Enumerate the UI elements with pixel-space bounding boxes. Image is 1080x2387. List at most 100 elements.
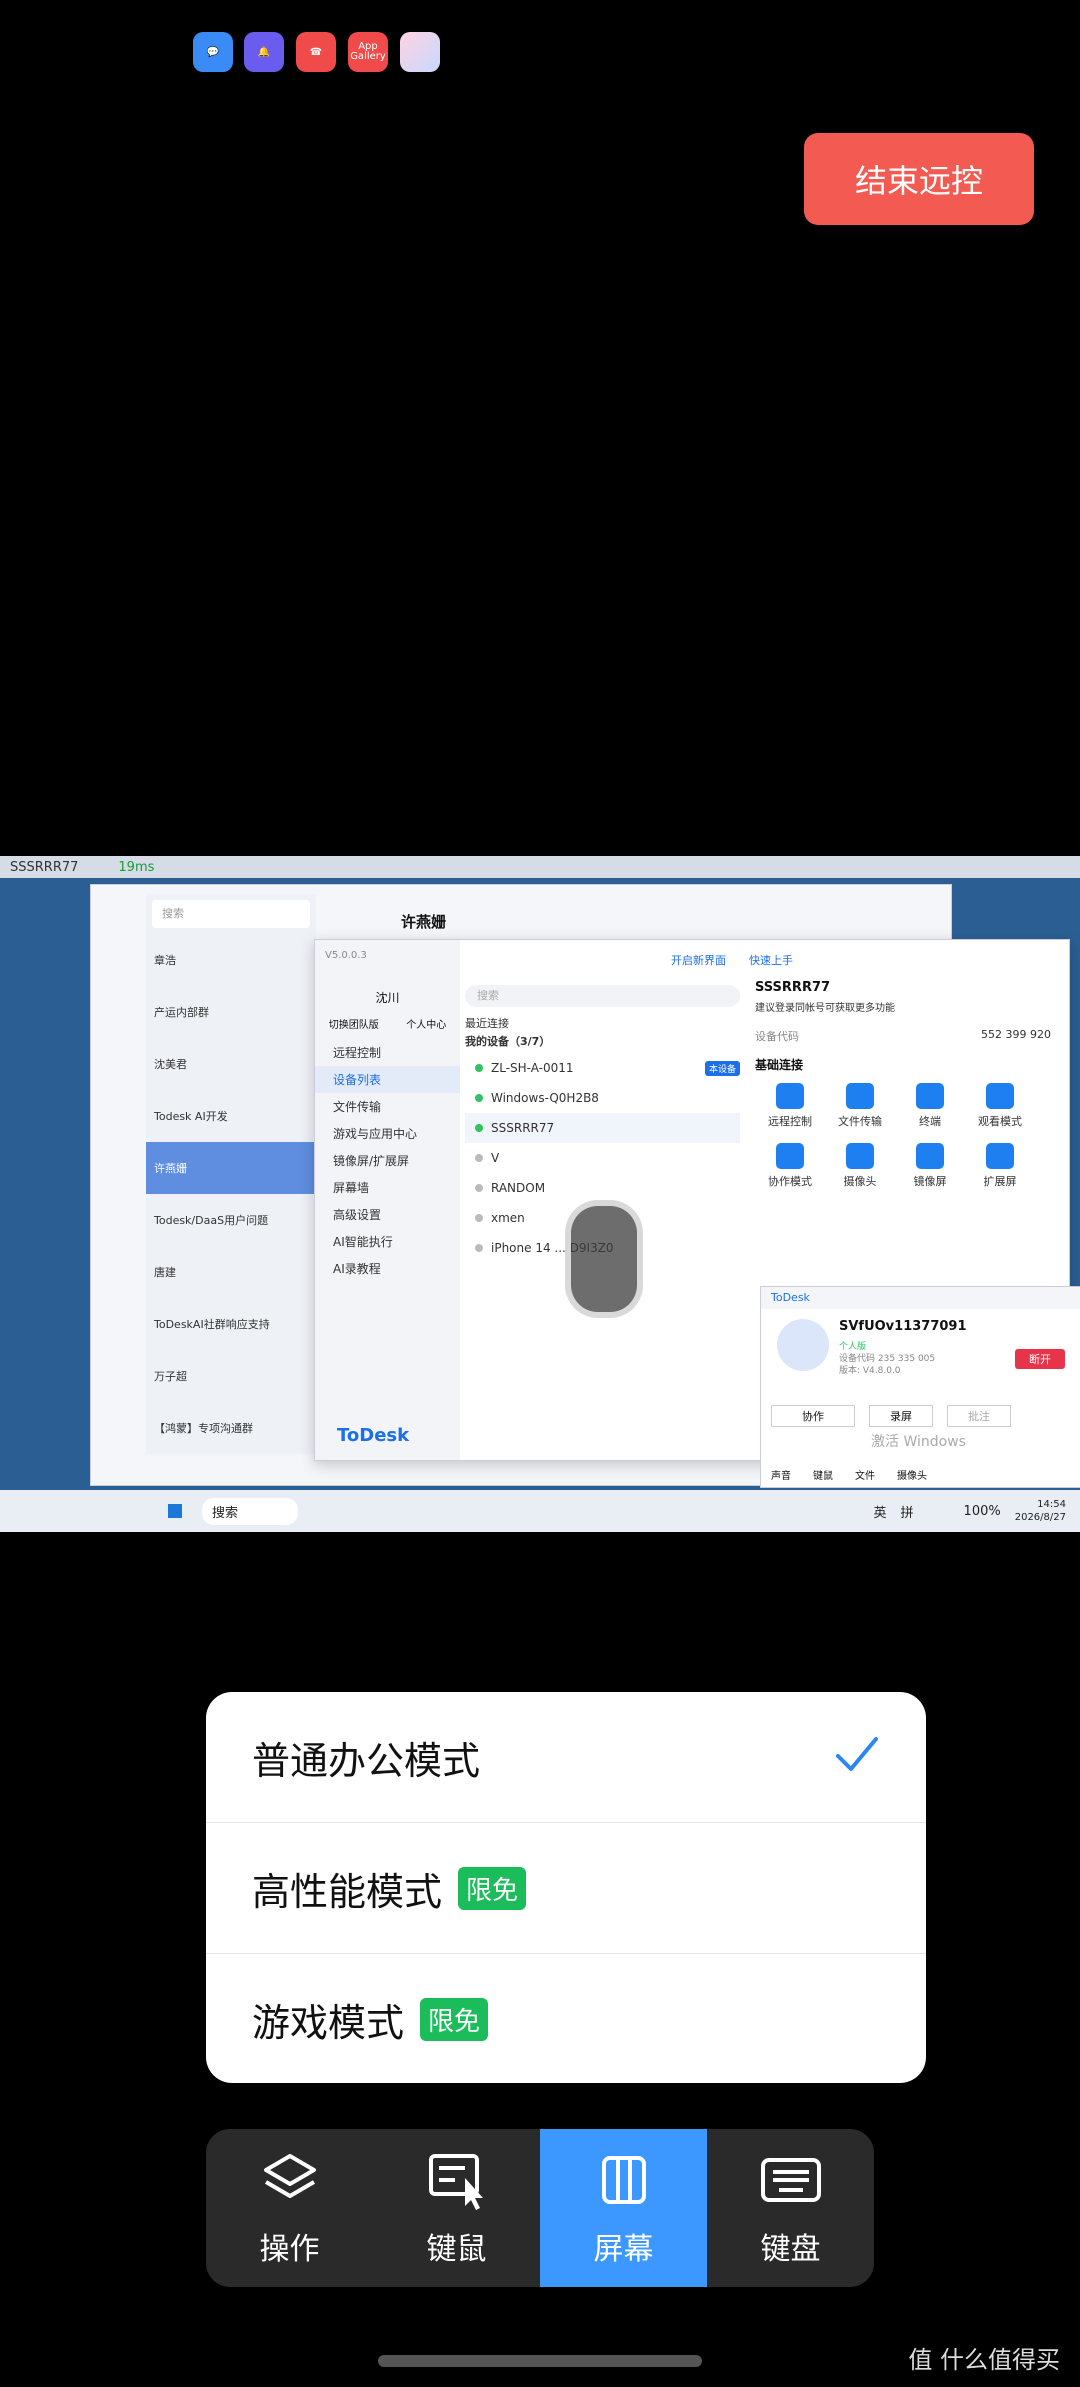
nav-game-app-center[interactable]: 游戏与应用中心 (315, 1120, 460, 1147)
mode-label: 普通办公模式 (252, 1738, 481, 1783)
ime2-indicator[interactable]: 拼 (901, 1502, 914, 1521)
messages-icon[interactable]: 💬 (193, 32, 233, 72)
chat-search-input[interactable]: 搜索 (152, 900, 310, 928)
remote-ping: 19ms (118, 859, 155, 875)
action-file-transfer[interactable]: 文件传输 (825, 1083, 895, 1129)
todesk-user: 沈川 (375, 991, 400, 1005)
toolbar-label: 键盘 (760, 2232, 821, 2267)
mode-high-performance[interactable]: 高性能模式 限免 (206, 1823, 926, 1954)
remote-desktop-view[interactable]: SSSRRR77 19ms 许燕姗 搜索 章浩 产运内部群 沈美君 Todesk… (0, 856, 1080, 1532)
annotate-button[interactable]: 批注 (947, 1405, 1011, 1427)
option-keyboard-mouse[interactable]: 键鼠 (813, 1467, 833, 1482)
mode-game[interactable]: 游戏模式 限免 (206, 1954, 926, 2083)
ime-indicator[interactable]: 英 (874, 1502, 887, 1521)
mode-label: 游戏模式 (252, 2000, 405, 2045)
chat-item-active[interactable]: 许燕姗 (146, 1142, 316, 1194)
free-badge: 限免 (420, 1997, 489, 2041)
windows-start-icon[interactable] (168, 1504, 182, 1518)
nav-advanced-settings[interactable]: 高级设置 (315, 1201, 460, 1228)
chat-list: 搜索 章浩 产运内部群 沈美君 Todesk AI开发 许燕姗 Todesk/D… (146, 894, 316, 1454)
action-grid: 远程控制 文件传输 终端 观看模式 协作模式 摄像头 镜像屏 扩展屏 (755, 1083, 1065, 1189)
toolbar-operation-button[interactable]: 操作 (206, 2129, 373, 2287)
chat-item[interactable]: 唐建 (146, 1246, 316, 1298)
bottom-toolbar: 操作 键鼠 屏幕 键盘 (206, 2129, 874, 2287)
virtual-mouse-icon[interactable] (565, 1200, 643, 1318)
chat-item[interactable]: ToDeskAI社群响应支持 (146, 1298, 316, 1350)
device-row[interactable]: RANDOM (465, 1173, 740, 1203)
todesk-version: V5.0.0.3 (325, 950, 367, 961)
battery-indicator: 100% (963, 1503, 1001, 1519)
action-terminal[interactable]: 终端 (895, 1083, 965, 1129)
connection-popup: ToDesk SVfUOv11377091 个人版 设备代码 235 335 0… (760, 1286, 1080, 1488)
device-row-selected[interactable]: SSSRRR77 (465, 1113, 740, 1143)
chat-item[interactable]: 产运内部群 (146, 986, 316, 1038)
device-row[interactable]: V (465, 1143, 740, 1173)
disconnect-button[interactable]: 断开 (1015, 1349, 1065, 1369)
chat-item[interactable]: Todesk/DaaS用户问题 (146, 1194, 316, 1246)
toolbar-label: 屏幕 (593, 2232, 654, 2267)
clock: 14:54 2026/8/27 (1014, 1499, 1066, 1523)
nav-ai-tutorial[interactable]: AI录教程 (315, 1255, 460, 1282)
device-search-input[interactable]: 搜索 (465, 985, 740, 1007)
todesk-sidebar: V5.0.0.3 沈川 切换团队版 个人中心 远程控制 设备列表 文件传输 游戏… (315, 940, 460, 1460)
nav-device-list[interactable]: 设备列表 (315, 1066, 460, 1093)
action-camera[interactable]: 摄像头 (825, 1143, 895, 1189)
action-mirror-screen[interactable]: 镜像屏 (895, 1143, 965, 1189)
device-row[interactable]: ZL-SH-A-0011 本设备 (465, 1053, 740, 1083)
quick-start-link[interactable]: 快速上手 (749, 952, 793, 968)
action-view-mode[interactable]: 观看模式 (965, 1083, 1035, 1129)
popup-device-id: SVfUOv11377091 (839, 1319, 967, 1334)
collab-button[interactable]: 协作 (771, 1405, 855, 1427)
todesk-logo: ToDesk (337, 1425, 410, 1446)
device-code-value: 552 399 920 (981, 1028, 1051, 1041)
action-extend-screen[interactable]: 扩展屏 (965, 1143, 1035, 1189)
keyboard-mouse-icon (428, 2154, 483, 2210)
check-icon (836, 1737, 878, 1771)
free-badge: 限免 (458, 1866, 527, 1910)
action-remote-control[interactable]: 远程控制 (755, 1083, 825, 1129)
option-sound[interactable]: 声音 (771, 1467, 791, 1482)
chat-item[interactable]: 章浩 (146, 934, 316, 986)
login-hint: 建议登录同帐号可获取更多功能 (755, 1003, 895, 1014)
remote-window-tabbar: SSSRRR77 19ms (0, 856, 1080, 878)
chat-item[interactable]: 【鸿蒙】专项沟通群 (146, 1402, 316, 1454)
nav-mirror-extend[interactable]: 镜像屏/扩展屏 (315, 1147, 460, 1174)
notification-icon[interactable]: 🔔 (244, 32, 284, 72)
switch-team-button[interactable]: 切换团队版 (329, 1016, 379, 1031)
toolbar-label: 键鼠 (426, 2232, 487, 2267)
mode-office[interactable]: 普通办公模式 (206, 1692, 926, 1823)
device-row[interactable]: Windows-Q0H2B8 (465, 1083, 740, 1113)
option-file[interactable]: 文件 (855, 1467, 875, 1482)
layers-icon (263, 2154, 316, 2198)
end-remote-button[interactable]: 结束远控 (804, 133, 1034, 225)
toolbar-keyboard-button[interactable]: 键盘 (707, 2129, 874, 2287)
activate-windows-watermark: 激活 Windows (871, 1434, 966, 1450)
option-camera[interactable]: 摄像头 (897, 1467, 927, 1482)
home-indicator[interactable] (378, 2355, 702, 2367)
app-gallery-icon[interactable]: App Gallery (348, 32, 388, 72)
nav-remote-control[interactable]: 远程控制 (315, 1039, 460, 1066)
nav-screen-wall[interactable]: 屏幕墙 (315, 1174, 460, 1201)
watermark: 值 什么值得买 (908, 2346, 1060, 2374)
record-button[interactable]: 录屏 (869, 1405, 933, 1427)
nav-file-transfer[interactable]: 文件传输 (315, 1093, 460, 1120)
open-new-ui-link[interactable]: 开启新界面 (671, 952, 726, 968)
basic-connection-header: 基础连接 (755, 1058, 804, 1072)
recent-connections[interactable]: 最近连接 (465, 1015, 740, 1033)
phone-call-icon[interactable]: ☎ (296, 32, 336, 72)
device-detail-title: SSSRRR77 (755, 980, 831, 995)
action-collab-mode[interactable]: 协作模式 (755, 1143, 825, 1189)
keyboard-icon (760, 2158, 821, 2202)
nav-ai-execute[interactable]: AI智能执行 (315, 1228, 460, 1255)
assistant-icon[interactable] (400, 32, 440, 72)
avatar (777, 1319, 829, 1371)
toolbar-label: 操作 (259, 2232, 320, 2267)
my-devices-header[interactable]: 我的设备（3/7） (465, 1033, 740, 1053)
chat-item[interactable]: 沈美君 (146, 1038, 316, 1090)
chat-item[interactable]: Todesk AI开发 (146, 1090, 316, 1142)
chat-item[interactable]: 万子超 (146, 1350, 316, 1402)
taskbar-search-input[interactable]: 搜索 (202, 1497, 299, 1525)
toolbar-screen-button[interactable]: 屏幕 (540, 2129, 707, 2287)
personal-center-button[interactable]: 个人中心 (406, 1016, 446, 1031)
toolbar-keyboard-mouse-button[interactable]: 键鼠 (373, 2129, 540, 2287)
